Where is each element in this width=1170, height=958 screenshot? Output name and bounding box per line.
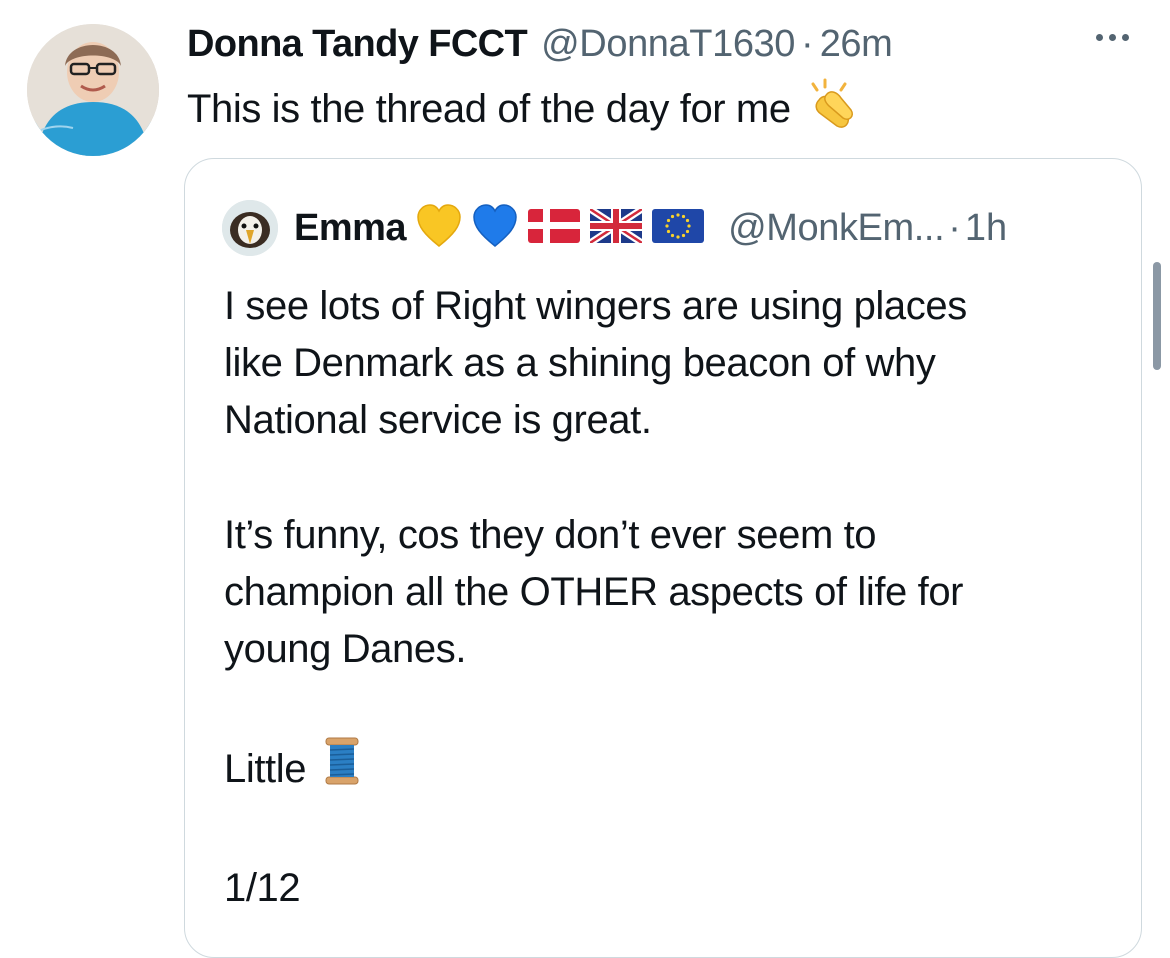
quoted-text-line: young Danes.	[224, 627, 467, 671]
more-options-icon[interactable]	[1096, 34, 1129, 41]
quoted-text-line: champion all the OTHER aspects of life f…	[224, 570, 964, 614]
thread-counter: 1/12	[224, 866, 301, 910]
post-timestamp[interactable]: 26m	[820, 23, 893, 66]
eu-flag-icon	[652, 208, 705, 248]
scrollbar-thumb[interactable]	[1153, 262, 1161, 370]
quoted-author-name[interactable]: Emma	[294, 207, 407, 250]
yellow-heart-icon	[416, 203, 462, 253]
quoted-tweet-text: I see lots of Right wingers are using pl…	[224, 278, 967, 917]
little-text: Little	[224, 746, 307, 791]
quoted-author-handle[interactable]: @MonkEm...	[728, 207, 945, 250]
quoted-author-avatar[interactable]	[222, 200, 278, 256]
more-dot	[1122, 34, 1129, 41]
quoted-text-line: I see lots of Right wingers are using pl…	[224, 284, 967, 328]
post-header: Donna Tandy FCCT @DonnaT1630 · 26m	[187, 18, 893, 70]
quoted-text-line: Little	[224, 736, 967, 802]
author-name[interactable]: Donna Tandy FCCT	[187, 23, 528, 66]
quoted-text-line: National service is great.	[224, 398, 652, 442]
denmark-flag-icon	[528, 208, 581, 248]
author-avatar[interactable]	[27, 24, 159, 156]
more-dot	[1109, 34, 1116, 41]
quoted-text-line: It’s funny, cos they don’t ever seem to	[224, 513, 877, 557]
post-text: This is the thread of the day for me	[187, 78, 857, 140]
spool-of-thread-icon	[324, 736, 360, 802]
separator-dot: ·	[948, 206, 961, 249]
author-handle[interactable]: @DonnaT1630	[541, 23, 795, 66]
more-dot	[1096, 34, 1103, 41]
clapping-hands-icon	[805, 78, 857, 140]
post-text-content: This is the thread of the day for me	[187, 86, 791, 131]
quoted-timestamp[interactable]: 1h	[965, 207, 1007, 250]
blue-heart-icon	[472, 203, 518, 253]
separator-dot: ·	[801, 22, 814, 65]
quoted-text-line: like Denmark as a shining beacon of why	[224, 341, 936, 385]
quoted-header: Emma @MonkEm... · 1h	[222, 200, 1007, 256]
uk-flag-icon	[588, 205, 644, 248]
